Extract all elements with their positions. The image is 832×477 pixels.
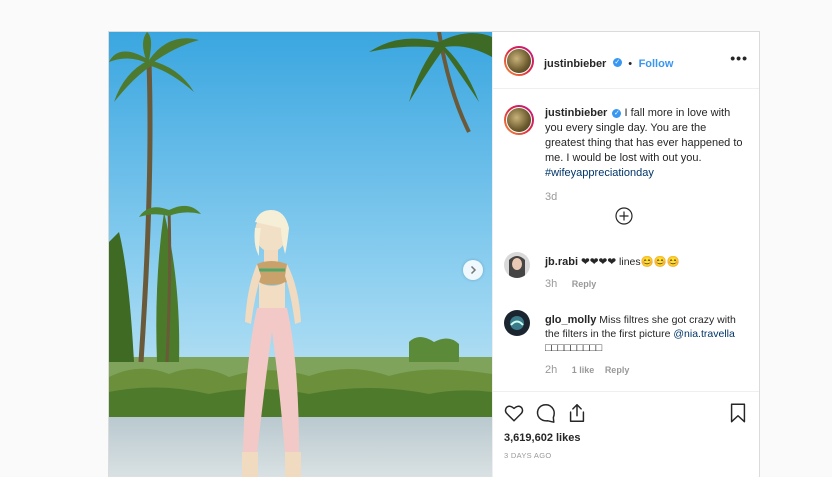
- comment-text: ❤❤❤❤ lines😊😊😊: [580, 256, 680, 268]
- author-username[interactable]: justinbieber: [544, 58, 606, 70]
- post-date[interactable]: 3 DAYS AGO: [504, 451, 551, 460]
- post-side-panel: justinbieber ✓ • Follow ••• justinbieber…: [492, 32, 759, 477]
- author-avatar[interactable]: [504, 46, 534, 76]
- comment-username[interactable]: jb.rabi: [545, 256, 578, 268]
- comment-meta: 3h Reply: [545, 277, 750, 291]
- caption-hashtag[interactable]: #wifeyappreciationday: [545, 167, 654, 179]
- comment-avatar[interactable]: [504, 252, 530, 278]
- share-icon[interactable]: [566, 402, 588, 424]
- more-icon[interactable]: •••: [730, 50, 748, 66]
- comment-time: 2h: [545, 364, 558, 376]
- caption: justinbieber ✓ I fall more in love with …: [545, 106, 745, 205]
- action-bar: 3,619,602 likes 3 DAYS AGO: [493, 391, 759, 477]
- comment-item: glo_molly Miss filtres she got crazy wit…: [545, 313, 750, 377]
- comment-username[interactable]: glo_molly: [545, 314, 596, 326]
- verified-icon: ✓: [612, 58, 622, 68]
- plus-circle-icon[interactable]: [615, 207, 633, 225]
- likes-count[interactable]: 3,619,602 likes: [504, 432, 580, 444]
- caption-time: 3d: [545, 191, 558, 203]
- reply-button[interactable]: Reply: [605, 365, 630, 375]
- post-header: justinbieber ✓ • Follow •••: [493, 32, 759, 89]
- follow-button[interactable]: Follow: [639, 58, 674, 70]
- reply-button[interactable]: Reply: [572, 279, 597, 289]
- comment-mention[interactable]: @nia.travella: [673, 328, 734, 340]
- photo-image: [109, 32, 492, 477]
- comment-item: jb.rabi ❤❤❤❤ lines😊😊😊 3h Reply: [545, 255, 750, 291]
- comment-meta: 2h 1 like Reply: [545, 363, 750, 377]
- next-photo-button[interactable]: [463, 260, 483, 280]
- comment-tail: □□□□□□□□□: [545, 342, 603, 354]
- bookmark-icon[interactable]: [727, 402, 749, 424]
- verified-icon: ✓: [612, 108, 622, 118]
- comment-likes[interactable]: 1 like: [572, 365, 595, 375]
- comments-section: justinbieber ✓ I fall more in love with …: [493, 89, 759, 389]
- caption-avatar[interactable]: [504, 105, 534, 135]
- post-photo[interactable]: [109, 32, 492, 477]
- caption-username[interactable]: justinbieber: [545, 107, 607, 119]
- comment-icon[interactable]: [535, 402, 557, 424]
- post-card: justinbieber ✓ • Follow ••• justinbieber…: [108, 31, 760, 477]
- comment-time: 3h: [545, 278, 558, 290]
- comment-avatar[interactable]: [504, 310, 530, 336]
- heart-icon[interactable]: [503, 402, 525, 424]
- separator-dot: •: [628, 58, 633, 70]
- chevron-right-icon: [470, 265, 477, 275]
